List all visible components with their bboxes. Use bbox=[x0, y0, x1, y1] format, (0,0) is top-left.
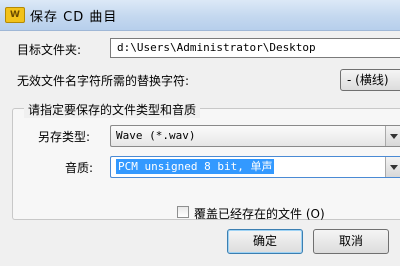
dialog-body: 目标文件夹: d:\Users\Administrator\Desktop 无效… bbox=[0, 31, 400, 266]
chevron-down-icon bbox=[390, 134, 398, 139]
save-type-dropdown[interactable]: Wave (*.wav) bbox=[110, 125, 400, 147]
ok-button[interactable]: 确定 bbox=[227, 229, 303, 254]
replacement-char-button[interactable]: - (横线) bbox=[340, 69, 400, 91]
target-folder-input[interactable]: d:\Users\Administrator\Desktop bbox=[110, 38, 400, 58]
replacement-char-label: 无效文件名字符所需的替换字符: bbox=[17, 74, 190, 88]
save-type-dropdown-arrow[interactable] bbox=[385, 126, 400, 146]
title-bar[interactable]: W 保存 CD 曲目 bbox=[0, 0, 400, 31]
quality-value: PCM unsigned 8 bit, 单声 bbox=[116, 159, 275, 174]
quality-dropdown[interactable]: PCM unsigned 8 bit, 单声 bbox=[110, 156, 400, 178]
chevron-down-icon bbox=[390, 165, 398, 170]
app-icon: W bbox=[5, 7, 25, 23]
window-title: 保存 CD 曲目 bbox=[30, 10, 118, 25]
save-type-value: Wave (*.wav) bbox=[116, 129, 196, 142]
quality-dropdown-arrow[interactable] bbox=[385, 157, 400, 177]
target-folder-label: 目标文件夹: bbox=[17, 43, 82, 57]
overwrite-label[interactable]: 覆盖已经存在的文件 (O) bbox=[194, 205, 325, 222]
overwrite-checkbox[interactable] bbox=[177, 206, 189, 218]
file-format-group-title: 请指定要保存的文件类型和音质 bbox=[24, 101, 201, 118]
quality-label: 音质: bbox=[65, 161, 94, 175]
save-type-label: 另存类型: bbox=[38, 130, 91, 144]
cancel-button[interactable]: 取消 bbox=[313, 229, 389, 254]
